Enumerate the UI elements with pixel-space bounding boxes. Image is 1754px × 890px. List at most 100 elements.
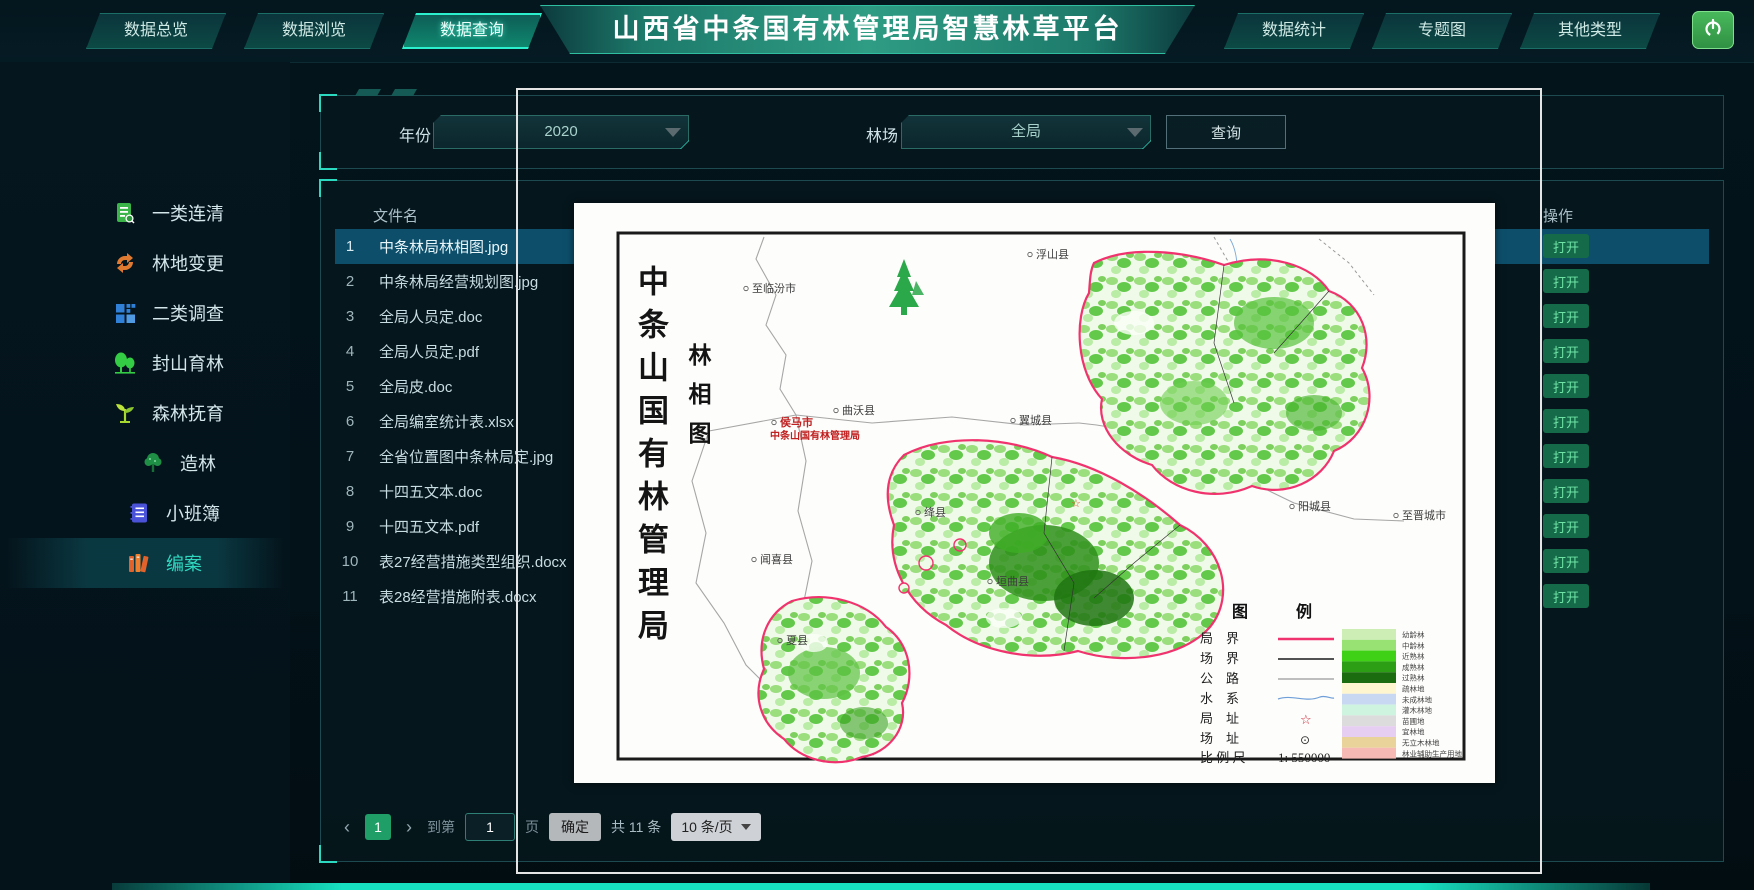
legend-class-swatch [1342, 640, 1396, 651]
place-marker [834, 408, 838, 412]
map-preview-overlay[interactable]: ☆ 至临 [574, 203, 1495, 783]
farm-select[interactable]: 全局 [901, 115, 1151, 149]
legend-class-swatch [1342, 705, 1396, 716]
legend-class-label: 无立木林地 [1402, 738, 1440, 748]
select-corner-accent [1142, 140, 1151, 149]
page-size-select[interactable]: 10 条/页 [671, 813, 760, 841]
nav-tabs-right: 数据统计专题图其他类型 [1224, 13, 1660, 49]
nav-tab-data-overview[interactable]: 数据总览 [86, 13, 226, 49]
filter-panel: 年份 2020 林场 全局 查询 [320, 95, 1724, 169]
sidebar-item-archives[interactable]: 编案 [0, 538, 290, 588]
open-button[interactable]: 打开 [1543, 514, 1589, 538]
legend-wave-symbol [1278, 696, 1334, 699]
notebook-icon [126, 500, 152, 526]
nav-tab-data-query[interactable]: 数据查询 [402, 13, 542, 49]
sidebar-item-label: 造林 [180, 450, 216, 476]
goto-page-input[interactable] [465, 813, 515, 841]
column-header-filename: 文件名 [373, 205, 418, 226]
sidebar-item-first-class-inventory[interactable]: 一类连清 [0, 188, 290, 238]
panel-deco-tab [391, 89, 417, 96]
open-button[interactable]: 打开 [1543, 584, 1589, 608]
sidebar-item-hill-closure-afforestation[interactable]: 封山育林 [0, 338, 290, 388]
open-button[interactable]: 打开 [1543, 479, 1589, 503]
column-header-action: 操作 [1543, 205, 1573, 226]
legend-item-label: 局 址 [1200, 711, 1239, 726]
legend-item-label: 公 路 [1200, 671, 1239, 686]
nav-tab-thematic-map[interactable]: 专题图 [1372, 13, 1512, 49]
place-marker [752, 557, 756, 561]
legend-class-swatch [1342, 683, 1396, 694]
pagination-bar: ‹ 1 › 到第 页 确定 共 11 条 10 条/页 [339, 813, 761, 841]
row-number: 1 [335, 238, 365, 255]
bottom-accent-bar [112, 883, 1650, 890]
legend-class-label: 幼龄林 [1402, 630, 1425, 640]
map-org-vertical-title: 中条山国有林管理局 [628, 265, 673, 652]
sidebar-item-afforestation[interactable]: 造林 [0, 438, 290, 488]
legend-item-label: 局 界 [1200, 631, 1239, 646]
file-name: 全省位置图中条林局定.jpg [379, 446, 553, 467]
file-name: 表28经营措施附表.docx [379, 586, 537, 607]
sidebar: 一类连清林地变更二类调查封山育林森林抚育造林小班簿编案 [0, 62, 290, 890]
sidebar-item-forest-tending[interactable]: 森林抚育 [0, 388, 290, 438]
open-button[interactable]: 打开 [1543, 269, 1589, 293]
panel-deco-tab [355, 89, 381, 96]
open-button[interactable]: 打开 [1543, 444, 1589, 468]
select-corner-accent [680, 140, 689, 149]
legend-class-label: 过熟林 [1402, 673, 1425, 683]
file-name: 全局编室统计表.xlsx [379, 411, 514, 432]
place-marker [1011, 418, 1015, 422]
confirm-button[interactable]: 确定 [549, 813, 601, 841]
legend-class-swatch [1342, 651, 1396, 662]
query-button[interactable]: 查询 [1166, 115, 1286, 149]
legend-class-label: 未成林地 [1402, 694, 1432, 704]
open-button[interactable]: 打开 [1543, 409, 1589, 433]
legend-site-symbol: ⊙ [1300, 733, 1310, 747]
nav-tab-other-types[interactable]: 其他类型 [1520, 13, 1660, 49]
map-place-label: 至晋城市 [1402, 508, 1446, 522]
sync-icon [112, 250, 138, 276]
legend-class-label: 苗圃地 [1402, 716, 1425, 726]
farm-label: 林场 [866, 122, 898, 146]
power-icon [1703, 18, 1723, 43]
nav-tab-data-statistics[interactable]: 数据统计 [1224, 13, 1364, 49]
place-marker [1028, 252, 1032, 256]
legend-scale-label: 比 例 尺 [1200, 750, 1246, 765]
open-button[interactable]: 打开 [1543, 374, 1589, 398]
page-size-value: 10 条/页 [681, 817, 732, 837]
map-place-label: 阳城县 [1298, 500, 1331, 513]
nav-tab-data-browse[interactable]: 数据浏览 [244, 13, 384, 49]
next-page-button[interactable]: › [401, 817, 417, 838]
app-title-banner: 山西省中条国有林管理局智慧林草平台 [540, 5, 1195, 54]
power-button[interactable] [1692, 11, 1734, 49]
grid-icon [112, 300, 138, 326]
open-button[interactable]: 打开 [1543, 339, 1589, 363]
open-button[interactable]: 打开 [1543, 304, 1589, 328]
sprout-icon [112, 400, 138, 426]
sidebar-item-second-class-survey[interactable]: 二类调查 [0, 288, 290, 338]
file-name: 中条林局林相图.jpg [379, 236, 508, 257]
map-title-vertical: 林相图 [680, 343, 714, 460]
year-select[interactable]: 2020 [433, 115, 689, 149]
goto-label: 到第 [427, 817, 455, 837]
map-place-label: 至临汾市 [752, 281, 796, 295]
legend-item-label: 场 址 [1200, 731, 1239, 746]
file-name: 全局皮.doc [379, 376, 452, 397]
sidebar-item-forest-land-change[interactable]: 林地变更 [0, 238, 290, 288]
map-place-label: 中条山国有林管理局 [770, 429, 860, 442]
legend-class-swatch [1342, 694, 1396, 705]
row-number: 2 [335, 273, 365, 290]
sidebar-item-subcompartment-book[interactable]: 小班簿 [0, 488, 290, 538]
map-place-label: 侯马市 [780, 415, 813, 429]
legend-header: 例 [1296, 602, 1312, 621]
legend-class-swatch [1342, 672, 1396, 683]
file-name: 表27经营措施类型组织.docx [379, 551, 567, 572]
open-button[interactable]: 打开 [1543, 549, 1589, 573]
page-number-button[interactable]: 1 [365, 814, 391, 840]
row-number: 4 [335, 343, 365, 360]
bureau-site-star: ☆ [1071, 498, 1081, 510]
sidebar-item-label: 编案 [166, 550, 202, 576]
app-title: 山西省中条国有林管理局智慧林草平台 [613, 14, 1123, 44]
open-button[interactable]: 打开 [1543, 234, 1589, 258]
nav-tabs-left: 数据总览数据浏览数据查询 [86, 13, 542, 49]
prev-page-button[interactable]: ‹ [339, 817, 355, 838]
